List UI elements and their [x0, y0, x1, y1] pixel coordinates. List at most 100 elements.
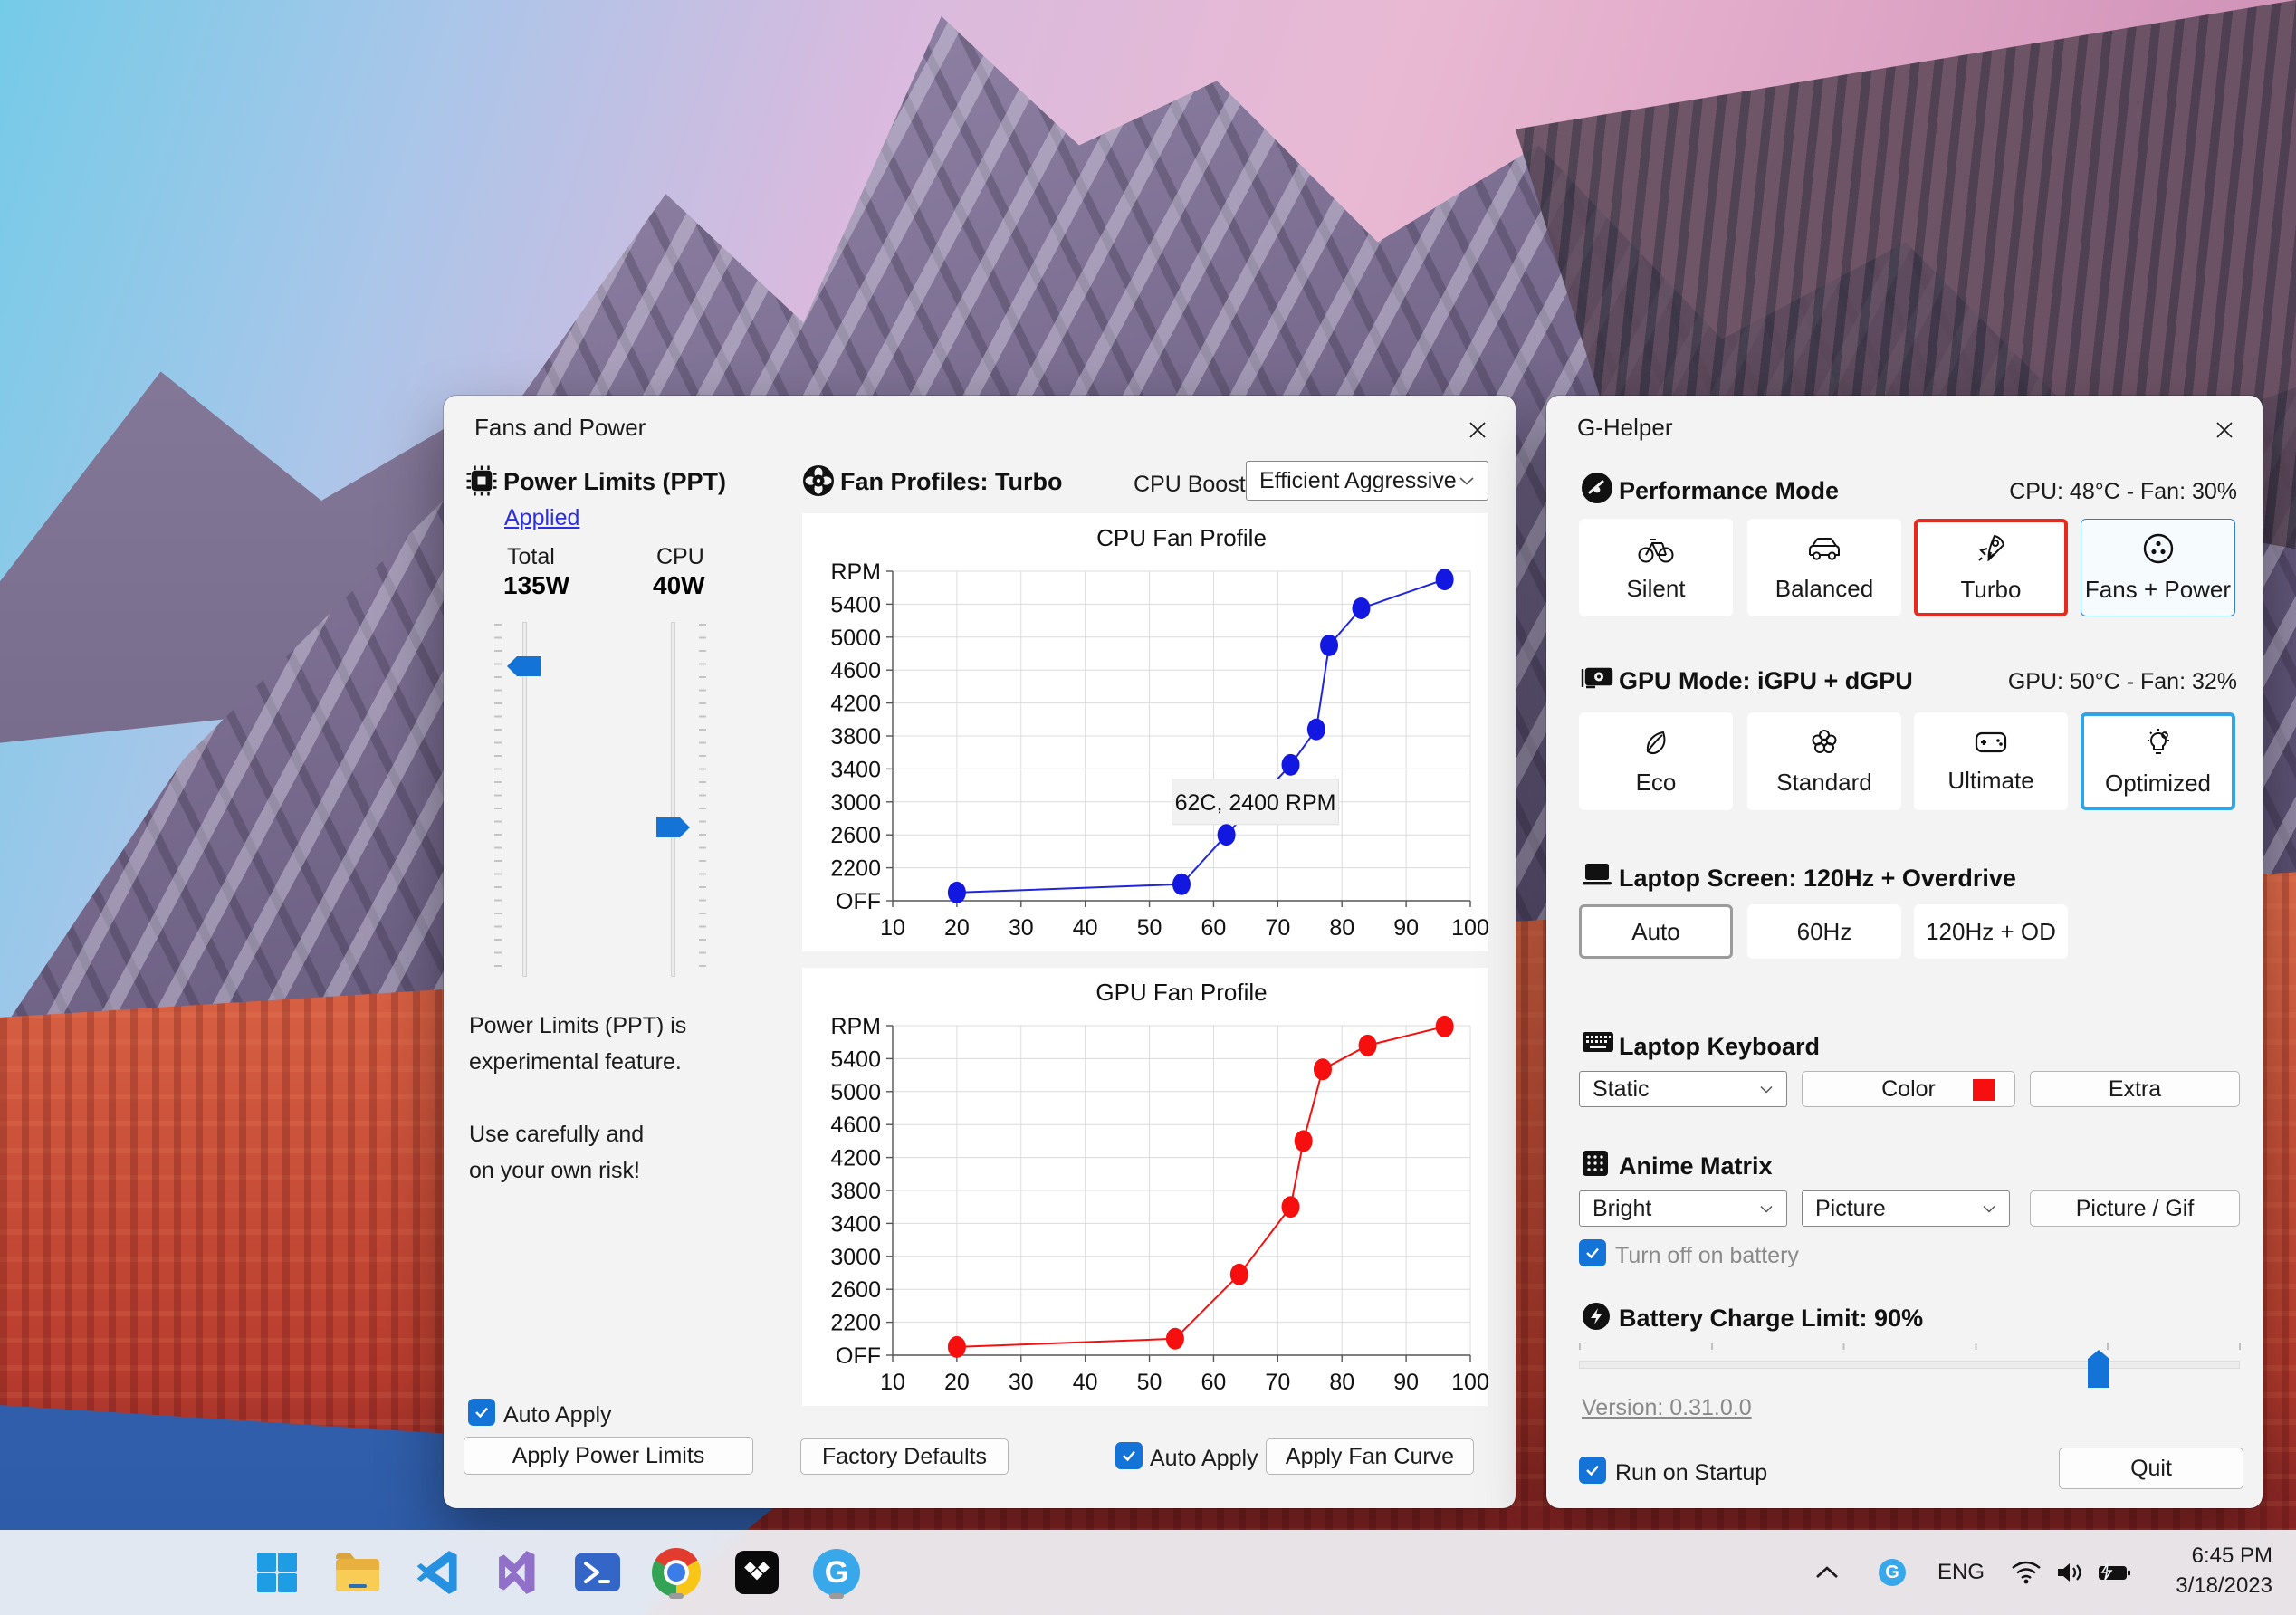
- svg-text:4200: 4200: [830, 692, 881, 717]
- auto-apply-power-label: Auto Apply: [503, 1402, 612, 1428]
- slider-track[interactable]: [671, 622, 675, 977]
- total-limit-slider[interactable]: [494, 618, 558, 980]
- gpu-fan-chart[interactable]: OFF 2200 2600 3000 3400 3800 4200 4600 5000 5400 R…: [802, 968, 1488, 1406]
- vscode-icon[interactable]: [408, 1543, 468, 1602]
- slider-thumb[interactable]: [507, 655, 541, 677]
- svg-text:3400: 3400: [830, 757, 881, 782]
- language-indicator[interactable]: ENG: [1932, 1530, 1990, 1615]
- gpu-button-optimized[interactable]: Optimized: [2081, 712, 2235, 810]
- performance-heading: Performance Mode: [1619, 477, 1840, 504]
- volume-icon[interactable]: [2050, 1530, 2090, 1615]
- svg-text:5400: 5400: [830, 592, 881, 617]
- svg-text:60: 60: [1201, 1370, 1227, 1395]
- auto-apply-fan-checkbox[interactable]: [1115, 1442, 1143, 1469]
- gamepad-icon: [1975, 731, 2007, 752]
- mode-label: 120Hz + OD: [1926, 917, 2056, 945]
- mode-button-balanced[interactable]: Balanced: [1747, 519, 1901, 616]
- run-on-startup-checkbox[interactable]: [1579, 1457, 1606, 1484]
- mode-label: Auto: [1631, 917, 1680, 945]
- window-title: G-Helper: [1577, 414, 1673, 441]
- cpu-fan-chart[interactable]: OFF 2200 2600 3000 3400 3800 4200 4600 5000 5400 R…: [802, 513, 1488, 951]
- slider-thumb[interactable]: [655, 817, 690, 838]
- svg-text:2600: 2600: [830, 1277, 881, 1303]
- file-explorer-icon[interactable]: [328, 1543, 387, 1602]
- cpu-fan-chart-panel: OFF 2200 2600 3000 3400 3800 4200 4600 5000 5400 R…: [802, 513, 1489, 951]
- auto-apply-power-checkbox[interactable]: [468, 1399, 495, 1426]
- wifi-icon[interactable]: [2006, 1530, 2046, 1615]
- gpu-button-standard[interactable]: Standard: [1747, 712, 1901, 810]
- power-limits-heading: Power Limits (PPT): [503, 468, 727, 495]
- slider-track[interactable]: [1579, 1361, 2240, 1369]
- cpu-temp-status: CPU: 48°C - Fan: 30%: [2009, 479, 2237, 504]
- svg-text:5000: 5000: [830, 626, 881, 651]
- factory-defaults-button[interactable]: Factory Defaults: [800, 1438, 1009, 1475]
- apply-power-limits-button[interactable]: Apply Power Limits: [464, 1437, 753, 1475]
- svg-text:4200: 4200: [830, 1146, 881, 1171]
- svg-text:30: 30: [1009, 915, 1034, 941]
- keyboard-mode-dropdown[interactable]: Static: [1579, 1071, 1787, 1107]
- screen-button-auto[interactable]: Auto: [1579, 904, 1733, 959]
- tidal-icon[interactable]: [727, 1543, 787, 1602]
- svg-text:OFF: OFF: [836, 1343, 881, 1369]
- anime-mode-value: Picture: [1815, 1195, 1886, 1221]
- apply-fan-curve-button[interactable]: Apply Fan Curve: [1266, 1438, 1474, 1475]
- gpu-fan-chart-panel: OFF 2200 2600 3000 3400 3800 4200 4600 5000 5400 R…: [802, 968, 1489, 1406]
- bulb-gear-icon: [2147, 728, 2169, 754]
- keyboard-color-button[interactable]: Color: [1802, 1071, 2015, 1107]
- anime-mode-dropdown[interactable]: Picture: [1802, 1190, 2010, 1227]
- desktop: Fans and Power Power Limits (PPT) Applie…: [0, 0, 2296, 1615]
- keyboard-mode-value: Static: [1593, 1075, 1650, 1102]
- fans-and-power-window: Fans and Power Power Limits (PPT) Applie…: [444, 396, 1516, 1508]
- chip-icon: [465, 464, 498, 502]
- warning-line: on your own risk!: [469, 1158, 640, 1183]
- start-button[interactable]: [247, 1543, 307, 1602]
- anime-brightness-dropdown[interactable]: Bright: [1579, 1190, 1787, 1227]
- car-icon: [1809, 537, 1840, 560]
- cpu-boost-dropdown[interactable]: Efficient Aggressive: [1246, 461, 1488, 501]
- svg-text:OFF: OFF: [836, 889, 881, 914]
- tray-g-helper-icon[interactable]: G: [1870, 1530, 1914, 1615]
- battery-icon[interactable]: [2093, 1530, 2135, 1615]
- svg-text:CPU Fan Profile: CPU Fan Profile: [1096, 524, 1267, 551]
- close-icon[interactable]: [2210, 416, 2239, 444]
- picture-gif-button[interactable]: Picture / Gif: [2030, 1190, 2240, 1227]
- screen-button-120hz-od[interactable]: 120Hz + OD: [1914, 904, 2068, 959]
- visual-studio-icon[interactable]: [487, 1543, 547, 1602]
- cpu-boost-value: Efficient Aggressive: [1259, 467, 1457, 493]
- ppt-warning-text: Power Limits (PPT) is experimental featu…: [469, 1008, 686, 1080]
- gpu-button-eco[interactable]: Eco: [1579, 712, 1733, 810]
- g-helper-taskbar-icon[interactable]: G: [807, 1543, 866, 1602]
- clock[interactable]: 6:45 PM 3/18/2023: [2137, 1541, 2272, 1601]
- cpu-boost-label: CPU Boost: [1134, 472, 1246, 497]
- applied-link[interactable]: Applied: [504, 505, 579, 531]
- svg-text:3800: 3800: [830, 724, 881, 750]
- mode-button-turbo[interactable]: Turbo: [1914, 519, 2068, 616]
- gpu-icon: [1581, 664, 1615, 697]
- svg-text:100: 100: [1451, 915, 1488, 941]
- close-icon[interactable]: [1463, 416, 1492, 444]
- screen-button-60hz[interactable]: 60Hz: [1747, 904, 1901, 959]
- svg-text:3800: 3800: [830, 1179, 881, 1204]
- mode-label: Silent: [1626, 574, 1686, 602]
- battery-limit-slider[interactable]: [1579, 1343, 2241, 1393]
- cpu-limit-slider[interactable]: [643, 618, 706, 980]
- mode-label: Balanced: [1775, 574, 1874, 602]
- turn-off-on-battery-checkbox[interactable]: [1579, 1239, 1606, 1266]
- powershell-icon[interactable]: [568, 1543, 627, 1602]
- svg-text:80: 80: [1329, 1370, 1354, 1395]
- fan-icon: [2143, 533, 2173, 563]
- gpu-button-ultimate[interactable]: Ultimate: [1914, 712, 2068, 810]
- quit-button[interactable]: Quit: [2059, 1448, 2243, 1489]
- svg-text:80: 80: [1329, 915, 1354, 941]
- mode-button-fans-power[interactable]: Fans + Power: [2081, 519, 2235, 616]
- svg-text:40: 40: [1073, 915, 1098, 941]
- chrome-icon[interactable]: [646, 1543, 706, 1602]
- keyboard-extra-button[interactable]: Extra: [2030, 1071, 2240, 1107]
- slider-ticks: [1579, 1343, 2241, 1350]
- mode-button-silent[interactable]: Silent: [1579, 519, 1733, 616]
- tray-chevron-up-icon[interactable]: [1805, 1530, 1849, 1615]
- slider-thumb[interactable]: [2088, 1350, 2109, 1388]
- anime-matrix-heading: Anime Matrix: [1619, 1152, 1773, 1180]
- chevron-down-icon: [1760, 1085, 1773, 1094]
- version-link[interactable]: Version: 0.31.0.0: [1582, 1395, 1752, 1421]
